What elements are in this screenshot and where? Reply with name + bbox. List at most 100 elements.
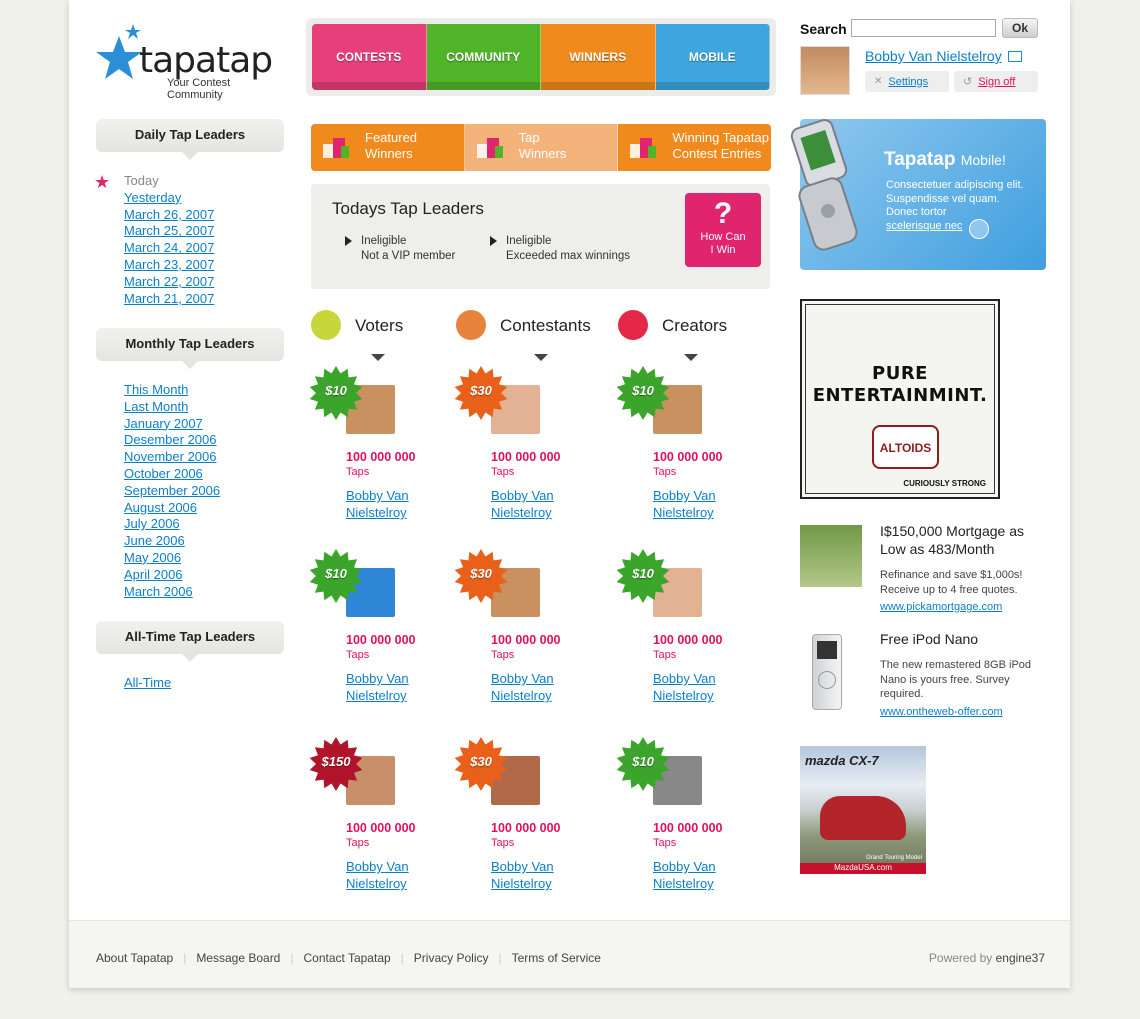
monthly-leaders-link[interactable]: This Month bbox=[124, 382, 188, 397]
powered-by-engine-link[interactable]: engine37 bbox=[996, 951, 1045, 965]
daily-leaders-link[interactable]: March 26, 2007 bbox=[124, 207, 214, 222]
tap-unit: Taps bbox=[653, 649, 677, 661]
ipod-ad-image[interactable] bbox=[800, 632, 862, 712]
footer: About Tapatap | Message Board | Contact Tapa… bbox=[69, 920, 1070, 988]
user-avatar[interactable] bbox=[800, 46, 850, 95]
monthly-leaders-link[interactable]: April 2006 bbox=[124, 567, 183, 582]
monthly-list: This Month Last Month January 2007 Desember… bbox=[124, 382, 220, 600]
monthly-leaders-link[interactable]: Last Month bbox=[124, 399, 188, 414]
nav-contests[interactable]: CONTESTS bbox=[312, 24, 427, 90]
footer-link[interactable]: About Tapatap bbox=[96, 951, 173, 965]
leader-name-link[interactable]: Bobby Van Nielstelroy bbox=[346, 670, 436, 704]
leader-name-link[interactable]: Bobby Van Nielstelroy bbox=[346, 858, 436, 892]
leader-name-link[interactable]: Bobby Van Nielstelroy bbox=[491, 670, 581, 704]
nav-winners[interactable]: WINNERS bbox=[541, 24, 656, 90]
footer-link[interactable]: Message Board bbox=[196, 951, 280, 965]
daily-leaders-link[interactable]: March 22, 2007 bbox=[124, 274, 214, 289]
mortgage-ad-link[interactable]: www.pickamortgage.com bbox=[880, 601, 1002, 613]
signoff-button[interactable]: ↺ Sign off bbox=[954, 71, 1038, 92]
winning-entries-tab[interactable]: Winning Tapatap Contest Entries bbox=[618, 124, 771, 171]
column-contestants-title: Contestants bbox=[500, 316, 591, 335]
settings-button[interactable]: ✕ Settings bbox=[865, 71, 949, 92]
chevron-down-icon[interactable] bbox=[534, 354, 548, 361]
footer-link[interactable]: Privacy Policy bbox=[414, 951, 489, 965]
mazda-ad[interactable]: mazda CX-7 Grand Touring Model MazdaUSA.… bbox=[800, 746, 926, 874]
alltime-list: All-Time bbox=[124, 675, 171, 692]
mortgage-ad-title[interactable]: I$150,000 Mortgage as Low as 483/Month bbox=[880, 522, 1050, 558]
monthly-leaders-link[interactable]: June 2006 bbox=[124, 533, 185, 548]
leader-name-link[interactable]: Bobby Van Nielstelroy bbox=[653, 487, 743, 521]
monthly-leaders-row: Desember 2006 bbox=[124, 432, 220, 449]
leader-name-link[interactable]: Bobby Van Nielstelroy bbox=[491, 858, 581, 892]
settings-icon: ✕ bbox=[874, 76, 883, 87]
altoids-headline-2: ENTERTAINMINT. bbox=[812, 385, 988, 406]
monthly-leaders-link[interactable]: November 2006 bbox=[124, 449, 217, 464]
column-voters[interactable]: Voters bbox=[311, 306, 451, 361]
todays-item-1-status: Ineligible bbox=[361, 235, 407, 247]
altoids-ad[interactable]: PURE ENTERTAINMINT. ALTOIDS CURIOUSLY ST… bbox=[800, 299, 1000, 499]
ipod-ad-link[interactable]: www.ontheweb-offer.com bbox=[880, 706, 1003, 718]
mobile-promo[interactable]: Tapatap Mobile! Consectetuer adipiscing … bbox=[790, 119, 1046, 270]
prize-amount: $10 bbox=[632, 383, 654, 398]
monthly-leaders-link[interactable]: Desember 2006 bbox=[124, 432, 217, 447]
tap-count: 100 000 000 bbox=[491, 450, 561, 464]
daily-leaders-link[interactable]: March 25, 2007 bbox=[124, 223, 214, 238]
how-can-i-win-button[interactable]: ? How Can I Win bbox=[685, 193, 761, 267]
daily-leaders-heading: Daily Tap Leaders bbox=[96, 119, 284, 160]
prize-amount: $150 bbox=[321, 754, 351, 769]
signoff-link[interactable]: Sign off bbox=[978, 76, 1015, 88]
ipod-ad-title[interactable]: Free iPod Nano bbox=[880, 630, 1050, 648]
alltime-leaders-link[interactable]: All-Time bbox=[124, 675, 171, 690]
mobile-promo-title: Tapatap Mobile! bbox=[884, 149, 1006, 171]
leader-name-link[interactable]: Bobby Van Nielstelroy bbox=[491, 487, 581, 521]
leader-name-link[interactable]: Bobby Van Nielstelroy bbox=[653, 670, 743, 704]
ipod-ad-body: The new remastered 8GB iPod Nano is your… bbox=[880, 659, 1032, 700]
winning-entries-tab-line1: Winning Tapatap bbox=[672, 130, 769, 145]
leader-name-link[interactable]: Bobby Van Nielstelroy bbox=[346, 487, 436, 521]
monthly-leaders-link[interactable]: August 2006 bbox=[124, 500, 197, 515]
monthly-leaders-row: April 2006 bbox=[124, 567, 220, 584]
altoids-tin: ALTOIDS bbox=[872, 425, 939, 469]
mortgage-ad: I$150,000 Mortgage as Low as 483/Month R… bbox=[880, 522, 1050, 615]
monthly-leaders-row: January 2007 bbox=[124, 416, 220, 433]
search-label: Search bbox=[800, 21, 847, 37]
featured-winners-tab[interactable]: Featured Winners bbox=[311, 124, 465, 171]
chevron-down-icon[interactable] bbox=[371, 354, 385, 361]
settings-link[interactable]: Settings bbox=[888, 76, 928, 88]
column-contestants[interactable]: Contestants bbox=[456, 306, 596, 361]
tap-winners-tab[interactable]: Tap Winners bbox=[464, 124, 619, 171]
user-name-link[interactable]: Bobby Van Nielstelroy bbox=[865, 48, 1002, 64]
nav-mobile[interactable]: MOBILE bbox=[655, 24, 770, 90]
daily-leaders-link[interactable]: March 23, 2007 bbox=[124, 257, 214, 272]
mail-icon[interactable] bbox=[1008, 51, 1022, 62]
mobile-promo-link[interactable]: scelerisque nec bbox=[886, 220, 962, 232]
nav-community[interactable]: COMMUNITY bbox=[426, 24, 541, 90]
powered-by-label: Powered by bbox=[928, 951, 993, 965]
chevron-down-icon[interactable] bbox=[684, 354, 698, 361]
column-creators[interactable]: Creators bbox=[618, 306, 758, 361]
mobile-promo-go-icon[interactable] bbox=[969, 219, 989, 239]
footer-link[interactable]: Terms of Service bbox=[512, 951, 601, 965]
monthly-leaders-link[interactable]: March 2006 bbox=[124, 584, 193, 599]
monthly-leaders-row: September 2006 bbox=[124, 483, 220, 500]
page-container: tapatap Your Contest Community CONTESTS C… bbox=[69, 0, 1070, 988]
monthly-leaders-link[interactable]: July 2006 bbox=[124, 516, 180, 531]
footer-link[interactable]: Contact Tapatap bbox=[303, 951, 390, 965]
prize-burst-icon: $10 bbox=[309, 366, 363, 420]
monthly-leaders-link[interactable]: October 2006 bbox=[124, 466, 203, 481]
search-input[interactable] bbox=[851, 19, 996, 37]
monthly-leaders-link[interactable]: January 2007 bbox=[124, 416, 203, 431]
today-star-icon: ★ bbox=[94, 172, 111, 192]
daily-leaders-row: March 26, 2007 bbox=[124, 207, 214, 224]
prize-amount: $30 bbox=[470, 754, 492, 769]
logo[interactable]: tapatap Your Contest Community bbox=[95, 18, 273, 101]
daily-leaders-link[interactable]: Yesterday bbox=[124, 190, 181, 205]
daily-leaders-link[interactable]: March 24, 2007 bbox=[124, 240, 214, 255]
leader-name-link[interactable]: Bobby Van Nielstelroy bbox=[653, 858, 743, 892]
monthly-leaders-link[interactable]: May 2006 bbox=[124, 550, 181, 565]
question-mark-icon: ? bbox=[713, 197, 733, 230]
daily-leaders-link[interactable]: March 21, 2007 bbox=[124, 291, 214, 306]
search-ok-button[interactable]: Ok bbox=[1002, 18, 1038, 38]
monthly-leaders-link[interactable]: September 2006 bbox=[124, 483, 220, 498]
mortgage-ad-image[interactable] bbox=[800, 525, 862, 587]
